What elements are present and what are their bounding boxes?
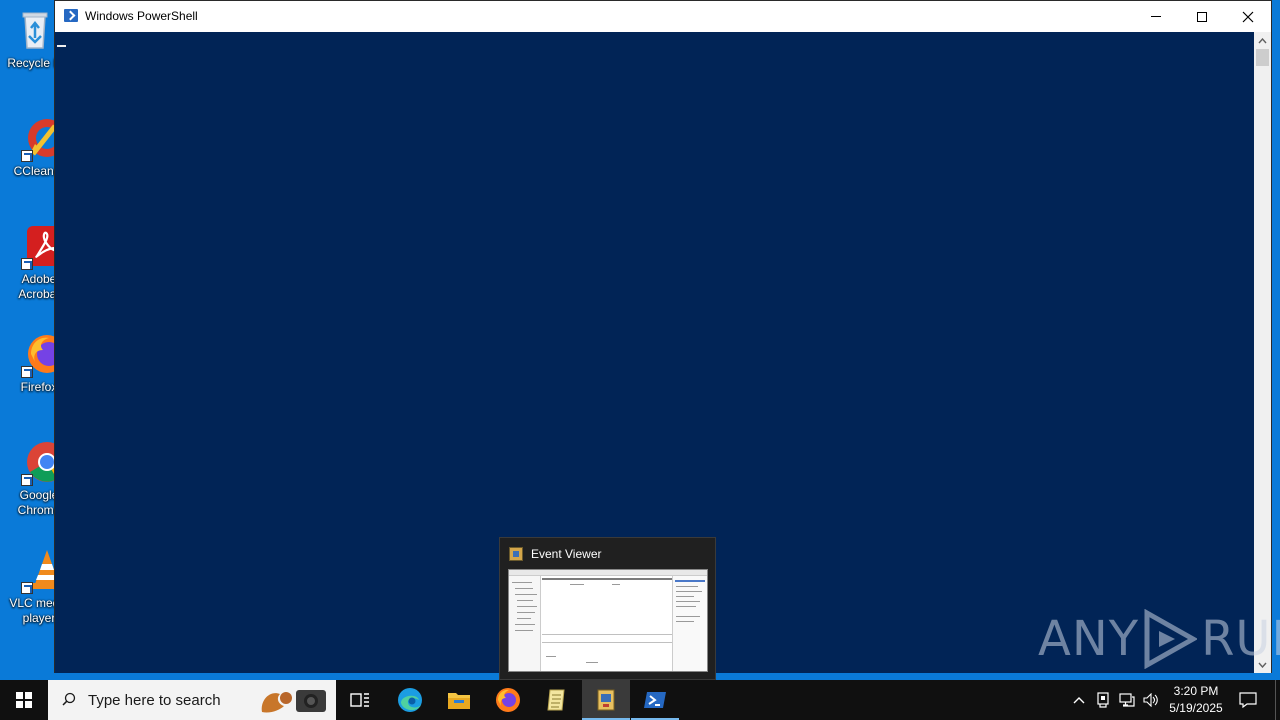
scroll-up-button[interactable] [1254,32,1271,49]
clock-date: 5/19/2025 [1169,701,1223,715]
minimize-icon [1151,16,1161,17]
edge-icon [398,688,422,712]
action-center-button[interactable] [1234,680,1262,720]
anyrun-watermark: ANY RUN [1038,606,1280,672]
play-logo-icon [1144,609,1198,669]
tray-network-button[interactable] [1116,680,1138,720]
network-icon [1119,693,1135,707]
thumbnail-tree-pane [509,576,541,671]
thumbnail-main-pane [542,576,672,671]
recycle-bin-icon [13,8,57,52]
text-cursor [57,45,66,47]
window-titlebar[interactable]: Windows PowerShell [55,1,1271,32]
taskbar-clock[interactable]: 3:20 PM 5/19/2025 [1160,683,1232,717]
taskbar-search-box[interactable]: Type here to search [48,680,336,720]
task-view-button[interactable] [336,680,384,720]
notepad-icon [547,689,565,711]
powershell-icon [64,9,78,22]
show-hidden-icons-button[interactable] [1068,680,1090,720]
powershell-icon [644,692,666,708]
taskbar-file-explorer-button[interactable] [435,680,483,720]
tray-device-button[interactable] [1092,680,1114,720]
notification-icon [1239,692,1257,708]
taskbar-edge-button[interactable] [386,680,434,720]
shortcut-arrow-icon [21,474,33,486]
search-placeholder: Type here to search [88,692,221,709]
start-button[interactable] [0,680,48,720]
watermark-text-right: RUN [1201,611,1280,667]
maximize-button[interactable] [1179,1,1225,32]
vertical-scrollbar[interactable] [1254,32,1271,673]
scroll-thumb[interactable] [1256,49,1269,66]
taskbar-event-viewer-button[interactable] [582,680,630,720]
preview-title: Event Viewer [531,547,602,561]
minimize-button[interactable] [1133,1,1179,32]
taskbar-preview-event-viewer[interactable]: Event Viewer [499,537,716,680]
search-icon [62,692,76,706]
removable-device-icon [1097,692,1109,708]
taskbar-powershell-button[interactable] [631,680,679,720]
tray-volume-button[interactable] [1140,680,1162,720]
shortcut-arrow-icon [21,582,33,594]
search-highlight-illustration-icon [261,690,326,713]
taskbar-notepad-button[interactable] [533,680,581,720]
firefox-icon [496,688,520,712]
preview-thumbnail[interactable] [508,569,708,672]
close-button[interactable] [1225,1,1271,32]
folder-icon [448,693,470,709]
taskbar: Type here to search 3:20 PM 5/19/2025 [0,680,1280,720]
shortcut-arrow-icon [21,150,33,162]
window-title: Windows PowerShell [85,9,198,23]
task-view-icon [350,693,369,707]
event-viewer-icon [509,547,523,561]
clock-time: 3:20 PM [1173,684,1219,698]
volume-icon [1143,693,1158,707]
show-desktop-button[interactable] [1275,680,1280,720]
shortcut-arrow-icon [21,258,33,270]
chevron-up-icon [1258,37,1267,43]
thumbnail-actions-pane [672,576,707,671]
maximize-icon [1197,11,1207,22]
watermark-text-left: ANY [1038,611,1140,667]
shortcut-arrow-icon [21,366,33,378]
windows-logo-icon [16,692,32,708]
taskbar-firefox-button[interactable] [484,680,532,720]
event-viewer-icon [597,689,615,711]
close-icon [1242,11,1254,22]
chevron-up-icon [1073,697,1085,704]
